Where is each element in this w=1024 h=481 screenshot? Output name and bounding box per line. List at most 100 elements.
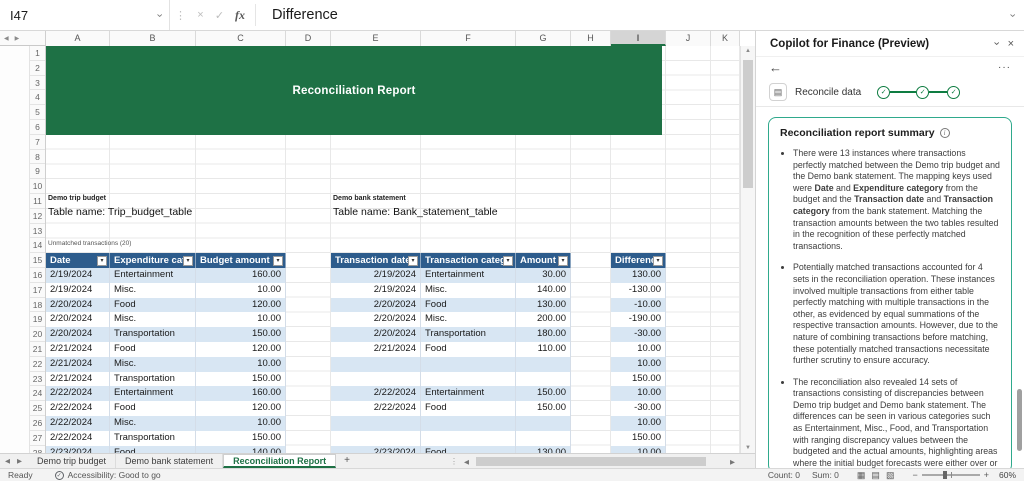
cell[interactable]: 2/22/2024 [331, 401, 421, 416]
cell[interactable] [516, 431, 571, 446]
enter-icon[interactable]: ✓ [210, 9, 229, 22]
scroll-down-icon[interactable]: ▼ [741, 445, 755, 451]
filter-icon[interactable]: ▾ [558, 256, 568, 266]
cells-layer[interactable]: Reconciliation Report Demo trip budget T… [46, 46, 740, 453]
row-header-13[interactable]: 13 [30, 224, 45, 239]
cell[interactable]: 2/20/2024 [331, 298, 421, 313]
row-header-18[interactable]: 18 [30, 298, 45, 313]
cell[interactable] [331, 431, 421, 446]
cell[interactable]: 150.00 [516, 386, 571, 401]
cell[interactable]: 150.00 [516, 401, 571, 416]
column-header-c[interactable]: C [196, 31, 286, 46]
cell[interactable]: 2/21/2024 [46, 342, 110, 357]
cell[interactable]: 2/20/2024 [331, 327, 421, 342]
row-header-19[interactable]: 19 [30, 312, 45, 327]
cell[interactable]: 10.00 [611, 416, 666, 431]
table-header-cell[interactable]: Date▾ [46, 253, 110, 268]
hscroll-track[interactable] [472, 456, 727, 467]
cell[interactable]: Transportation [110, 372, 196, 387]
cell[interactable]: Misc. [421, 312, 516, 327]
row-header-7[interactable]: 7 [30, 135, 45, 150]
accessibility-status[interactable]: ✓ Accessibility: Good to go [55, 470, 161, 480]
column-header-g[interactable]: G [516, 31, 571, 46]
cell[interactable]: Misc. [110, 312, 196, 327]
cell[interactable] [421, 416, 516, 431]
cell[interactable]: 150.00 [196, 431, 286, 446]
cell[interactable]: 10.00 [611, 342, 666, 357]
cell[interactable]: 2/23/2024 [46, 446, 110, 453]
zoom-slider-thumb[interactable] [943, 471, 947, 479]
zoom-slider[interactable] [922, 474, 980, 476]
row-header-4[interactable]: 4 [30, 90, 45, 105]
cell[interactable]: 160.00 [196, 386, 286, 401]
row-header-26[interactable]: 26 [30, 416, 45, 431]
vertical-scrollbar[interactable]: ▲ ▼ [740, 46, 755, 453]
cell[interactable]: 2/22/2024 [46, 431, 110, 446]
cell[interactable]: 200.00 [516, 312, 571, 327]
row-header-15[interactable]: 15 [30, 253, 45, 268]
cell[interactable]: 140.00 [516, 283, 571, 298]
cell[interactable]: 10.00 [611, 386, 666, 401]
cell[interactable]: 140.00 [196, 446, 286, 453]
cell[interactable]: 160.00 [196, 268, 286, 283]
cell[interactable]: Food [421, 446, 516, 453]
column-header-j[interactable]: J [666, 31, 711, 46]
cell[interactable]: 2/20/2024 [46, 312, 110, 327]
row-header-20[interactable]: 20 [30, 327, 45, 342]
row-header-24[interactable]: 24 [30, 386, 45, 401]
row-header-8[interactable]: 8 [30, 150, 45, 165]
column-header-a[interactable]: A [46, 31, 110, 46]
cell[interactable] [516, 372, 571, 387]
filter-icon[interactable]: ▾ [273, 256, 283, 266]
cell[interactable] [421, 431, 516, 446]
row-header-11[interactable]: 11 [30, 194, 45, 209]
cell[interactable]: 2/22/2024 [331, 386, 421, 401]
cell[interactable] [331, 372, 421, 387]
cell[interactable]: 180.00 [516, 327, 571, 342]
row-header-9[interactable]: 9 [30, 164, 45, 179]
sheet-tab-demo-bank-statement[interactable]: Demo bank statement [116, 454, 223, 468]
cell[interactable]: 2/21/2024 [331, 342, 421, 357]
pane-right-icon[interactable]: ▶ [15, 35, 20, 42]
row-header-28[interactable]: 28 [30, 446, 45, 453]
cell[interactable]: Misc. [110, 283, 196, 298]
filter-icon[interactable]: ▾ [408, 256, 418, 266]
formula-input[interactable]: Difference [260, 7, 1000, 23]
sheet-tab-reconciliation-report[interactable]: Reconciliation Report [223, 454, 336, 468]
cell[interactable]: 2/22/2024 [46, 401, 110, 416]
cell[interactable] [331, 416, 421, 431]
splitter-handle-icon[interactable]: ⋮ [450, 457, 458, 466]
cell[interactable]: Food [421, 401, 516, 416]
panel-collapse-icon[interactable]: › [990, 42, 1001, 46]
cell[interactable]: 120.00 [196, 342, 286, 357]
back-icon[interactable]: ← [769, 60, 782, 75]
cell[interactable]: 10.00 [196, 283, 286, 298]
name-box-dropdown-icon[interactable]: › [154, 13, 165, 17]
cell[interactable]: 2/19/2024 [46, 283, 110, 298]
cell[interactable]: 2/20/2024 [46, 298, 110, 313]
name-box[interactable]: I47 › [0, 0, 170, 30]
cell[interactable]: 2/22/2024 [46, 416, 110, 431]
row-header-10[interactable]: 10 [30, 179, 45, 194]
row-header-16[interactable]: 16 [30, 268, 45, 283]
filter-icon[interactable]: ▾ [653, 256, 663, 266]
row-header-1[interactable]: 1 [30, 46, 45, 61]
cell[interactable]: 150.00 [196, 327, 286, 342]
normal-view-icon[interactable]: ▦ [857, 470, 866, 481]
cell[interactable] [516, 416, 571, 431]
horizontal-scrollbar[interactable]: ⋮ ◀ ▶ [450, 455, 738, 468]
zoom-in-icon[interactable]: + [980, 470, 993, 480]
cell[interactable]: 10.00 [196, 357, 286, 372]
row-header-14[interactable]: 14 [30, 238, 45, 253]
cell[interactable] [421, 357, 516, 372]
cell[interactable]: Misc. [421, 283, 516, 298]
cell[interactable]: 130.00 [516, 446, 571, 453]
zoom-level[interactable]: 60% [999, 470, 1016, 480]
cell[interactable]: Food [421, 342, 516, 357]
cell[interactable]: 120.00 [196, 298, 286, 313]
more-options-icon[interactable]: ··· [998, 62, 1011, 73]
hscroll-right-icon[interactable]: ▶ [727, 458, 738, 466]
cell[interactable]: -130.00 [611, 283, 666, 298]
cell[interactable]: Transportation [110, 327, 196, 342]
cell[interactable] [421, 372, 516, 387]
